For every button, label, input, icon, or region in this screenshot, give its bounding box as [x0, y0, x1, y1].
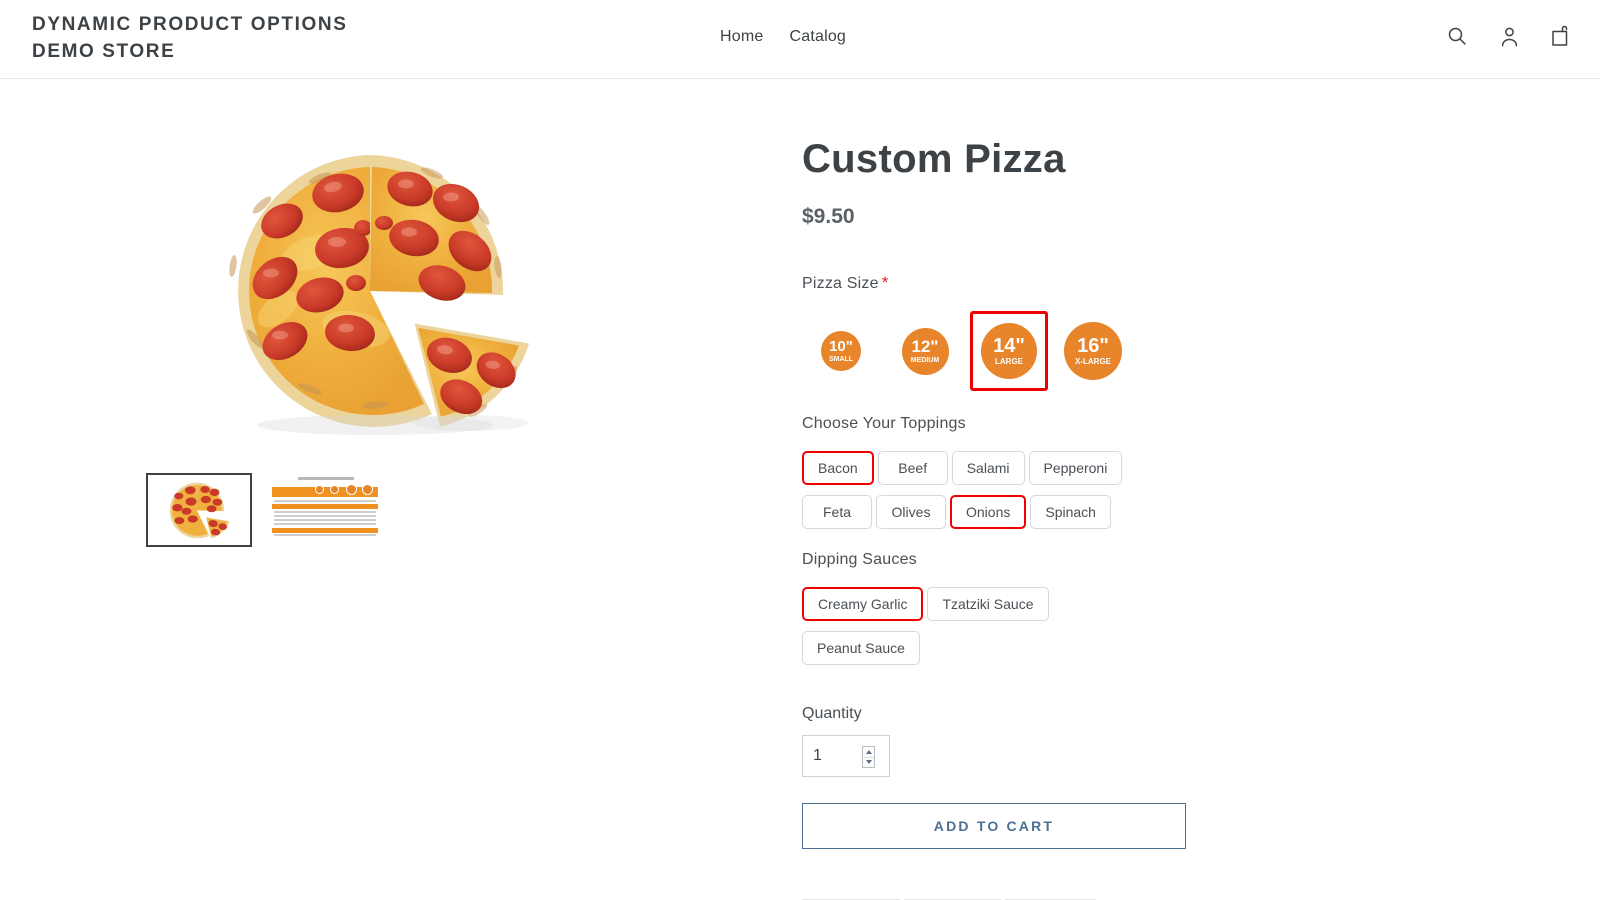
topping-option-beef[interactable]: Beef [877, 451, 948, 485]
thumbnail-price-matrix[interactable] [271, 473, 378, 539]
option-group-dipping-sauces: Dipping Sauces Creamy Garlic Tzatziki Sau… [802, 551, 1362, 675]
sauce-option-peanut-sauce[interactable]: Peanut Sauce [802, 631, 920, 665]
pizza-size-name: SMALL [828, 356, 854, 363]
quantity-decrement-button[interactable] [863, 758, 874, 768]
matrix-thumb-title [297, 477, 354, 480]
sauces-choice-grid: Creamy Garlic Tzatziki Sauce Peanut Sauce [802, 587, 1062, 675]
product-media-column [0, 133, 760, 900]
topping-option-salami[interactable]: Salami [951, 451, 1025, 485]
quantity-input[interactable] [811, 746, 855, 766]
pizza-size-inches: 14" [993, 335, 1025, 357]
pizza-size-swatch: 14" LARGE [981, 323, 1037, 379]
toppings-choice-grid: Bacon Beef Salami Pepperoni Feta Olives Onions… [802, 451, 1182, 539]
pizza-size-option-medium[interactable]: 12" MEDIUM [886, 311, 964, 391]
pizza-size-option-small[interactable]: 10" SMALL [802, 311, 880, 391]
product-info-column: Custom Pizza $9.50 Pizza Size * 10" SMALL 1… [802, 133, 1362, 900]
topping-option-onions[interactable]: Onions [950, 495, 1027, 529]
quantity-stepper[interactable] [802, 735, 890, 777]
store-logo-line1: DYNAMIC PRODUCT OPTIONS [32, 14, 348, 36]
product-main-image[interactable] [169, 133, 591, 445]
topping-option-olives[interactable]: Olives [876, 495, 946, 529]
pizza-size-swatch-row: 10" SMALL 12" MEDIUM 14" LARGE 16" X-LARGE [802, 311, 1362, 391]
pizza-size-swatch: 16" X-LARGE [1064, 322, 1122, 380]
nav-home[interactable]: Home [720, 28, 763, 46]
search-icon[interactable] [1444, 22, 1470, 50]
pizza-size-option-x-large[interactable]: 16" X-LARGE [1054, 311, 1132, 391]
option-label-toppings: Choose Your Toppings [802, 415, 966, 432]
option-group-pizza-size: Pizza Size * 10" SMALL 12" MEDIUM 14" LARGE 16"… [802, 273, 1362, 391]
main-navigation: Home Catalog [720, 28, 846, 46]
option-label-dipping-sauces: Dipping Sauces [802, 551, 917, 568]
topping-option-feta[interactable]: Feta [802, 495, 872, 529]
option-label-pizza-size: Pizza Size * [802, 273, 1362, 293]
option-label-pizza-size-text: Pizza Size [802, 275, 879, 292]
product-page: Custom Pizza $9.50 Pizza Size * 10" SMALL 1… [0, 79, 1600, 900]
header-icon-group [1444, 22, 1574, 50]
quantity-block: Quantity [802, 705, 1362, 777]
quantity-increment-button[interactable] [863, 747, 874, 758]
account-icon[interactable] [1496, 22, 1522, 50]
site-header: DYNAMIC PRODUCT OPTIONS DEMO STORE Home … [0, 0, 1600, 79]
sauce-option-tzatziki-sauce[interactable]: Tzatziki Sauce [927, 587, 1049, 621]
pizza-size-name: LARGE [995, 357, 1023, 366]
pizza-size-inches: 16" [1077, 335, 1109, 357]
product-price: $9.50 [802, 205, 855, 228]
page-title: Custom Pizza [802, 137, 1066, 181]
store-logo-line2: DEMO STORE [32, 41, 176, 62]
topping-option-bacon[interactable]: Bacon [802, 451, 874, 485]
required-indicator: * [881, 273, 889, 292]
store-logo[interactable]: DYNAMIC PRODUCT OPTIONS DEMO STORE [32, 12, 452, 66]
thumbnail-pizza[interactable] [145, 473, 252, 547]
sauce-option-creamy-garlic[interactable]: Creamy Garlic [802, 587, 924, 621]
pizza-size-inches: 10" [829, 338, 853, 355]
quantity-label: Quantity [802, 705, 862, 722]
pizza-size-swatch: 12" MEDIUM [901, 327, 949, 375]
pizza-size-option-large[interactable]: 14" LARGE [970, 311, 1048, 391]
pizza-size-name: X-LARGE [1075, 357, 1111, 366]
thumbnail-list [145, 473, 567, 547]
option-group-toppings: Choose Your Toppings Bacon Beef Salami Pepp… [802, 415, 1362, 539]
thumbnail-pizza-image [155, 478, 242, 542]
topping-option-spinach[interactable]: Spinach [1030, 495, 1111, 529]
pizza-size-inches: 12" [911, 337, 939, 356]
pizza-illustration [169, 133, 591, 445]
add-to-cart-button[interactable]: ADD TO CART [802, 803, 1186, 849]
nav-catalog[interactable]: Catalog [789, 28, 846, 46]
cart-icon[interactable] [1548, 22, 1574, 50]
pizza-size-swatch: 10" SMALL [821, 331, 861, 371]
pizza-size-name: MEDIUM [910, 357, 940, 364]
quantity-spinner[interactable] [862, 746, 875, 768]
topping-option-pepperoni[interactable]: Pepperoni [1028, 451, 1123, 485]
